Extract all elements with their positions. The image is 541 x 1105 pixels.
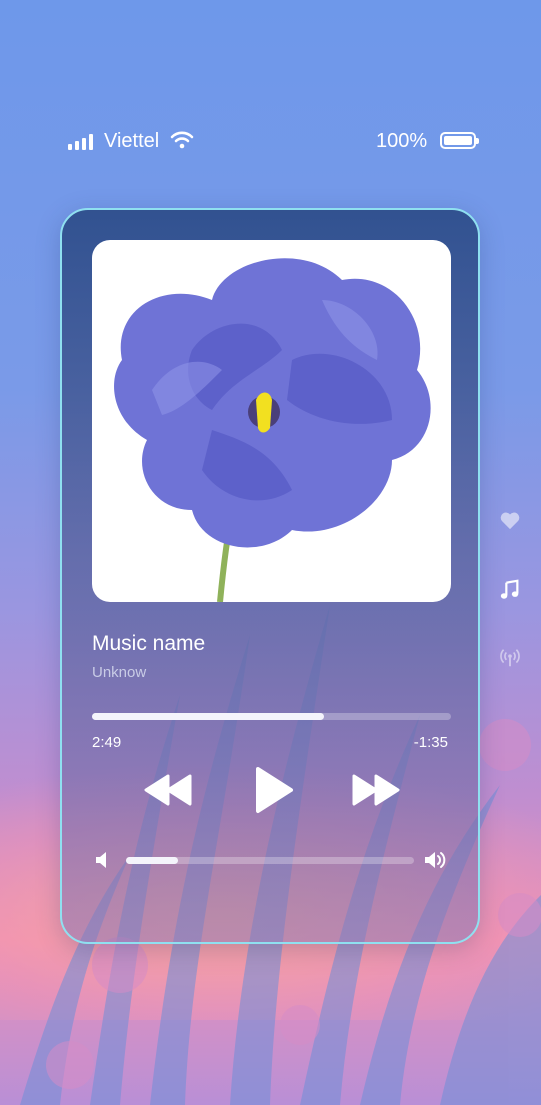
volume-low-icon — [96, 852, 106, 868]
battery-percent: 100% — [376, 130, 428, 152]
volume-slider-fill — [126, 857, 178, 864]
signal-icon — [68, 134, 93, 150]
music-player-card: Music name Unknow 2:49 -1:35 — [60, 208, 480, 944]
playback-progress-fill — [92, 713, 324, 720]
song-title: Music name — [92, 632, 206, 655]
volume-high-icon — [425, 852, 446, 868]
play-button[interactable] — [254, 766, 294, 814]
remaining-time: -1:35 — [413, 734, 448, 751]
playback-progress-bar[interactable] — [92, 713, 451, 720]
battery-icon — [440, 132, 479, 149]
volume-slider[interactable] — [126, 857, 414, 864]
fast-forward-button[interactable] — [350, 772, 402, 808]
broadcast-icon[interactable] — [496, 644, 524, 672]
wifi-icon — [170, 131, 194, 149]
heart-icon[interactable] — [496, 506, 524, 534]
elapsed-time: 2:49 — [92, 734, 122, 751]
status-bar: Viettel 100% — [0, 120, 541, 164]
carrier-label: Viettel — [104, 130, 160, 152]
album-cover — [92, 240, 451, 602]
rewind-button[interactable] — [142, 772, 194, 808]
artist-name: Unknow — [92, 664, 147, 681]
flower-artwork — [114, 258, 431, 602]
music-note-icon[interactable] — [496, 576, 524, 604]
